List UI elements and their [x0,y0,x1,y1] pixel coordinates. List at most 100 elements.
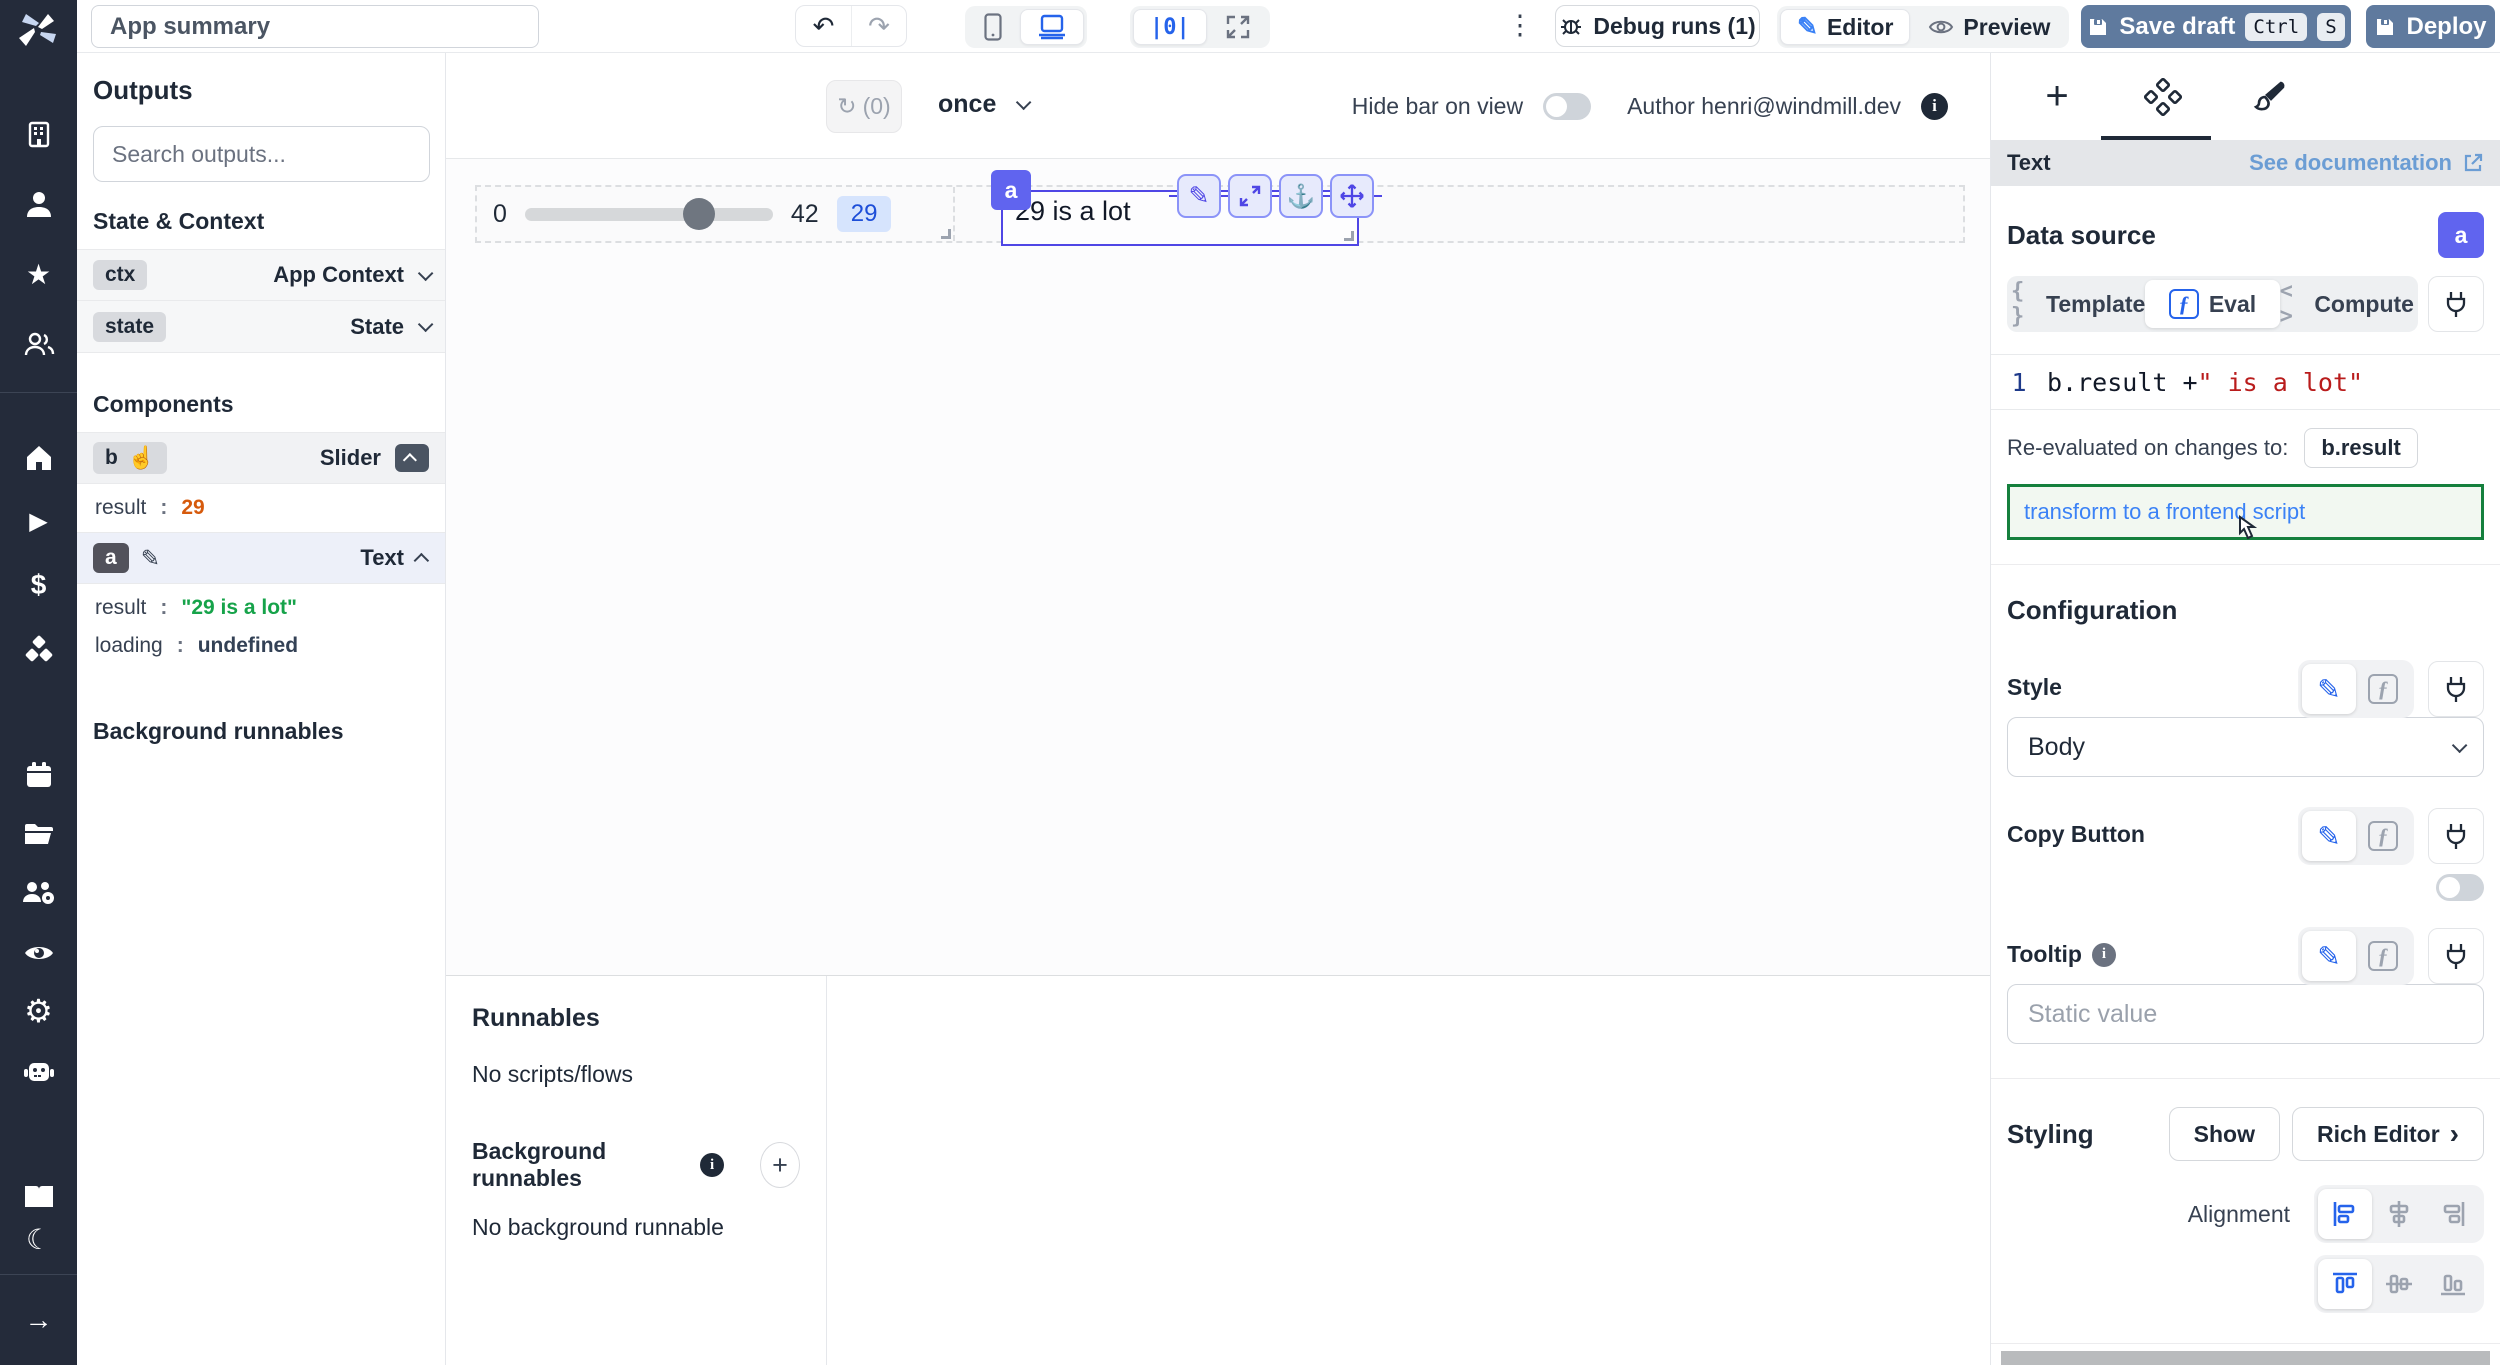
rich-editor-button[interactable]: Rich Editor › [2292,1107,2484,1161]
desktop-view-button[interactable] [1020,9,1084,45]
slider-handle[interactable] [683,198,715,230]
align-top-button[interactable] [2318,1259,2372,1309]
info-icon[interactable]: i [2092,943,2116,967]
align-center-horizontal-button[interactable] [2372,1189,2426,1239]
groups-icon[interactable] [0,322,77,366]
styling-title: Styling [2007,1119,2094,1150]
add-background-runnable-button[interactable]: + [760,1142,800,1188]
refresh-icon: ↻ [837,93,856,120]
selected-component-tag[interactable]: a [991,170,1031,210]
slider-track[interactable] [525,208,773,221]
tooltip-static-value-input[interactable] [2007,984,2484,1044]
centered-layout-button[interactable]: |0| [1133,9,1207,45]
search-outputs-input[interactable] [93,126,430,182]
resize-handle[interactable] [941,229,951,239]
theme-brush-tab[interactable] [2247,75,2291,119]
docs-book-icon[interactable] [0,1174,77,1218]
align-left-button[interactable] [2318,1189,2372,1239]
slider-component[interactable]: 0 42 29 [477,187,955,241]
eval-mode-tab[interactable]: ƒ Eval [2145,280,2279,328]
show-styling-button[interactable]: Show [2169,1107,2280,1161]
component-id-badge: a [2438,212,2484,258]
dependency-pill[interactable]: b.result [2304,428,2417,468]
save-draft-button[interactable]: Save draft Ctrl S [2081,5,2351,48]
undo-button[interactable]: ↶ [796,6,851,46]
template-mode-tab[interactable]: { } Template [2011,280,2145,328]
hand-pointer-icon: ☝ [128,445,155,471]
transform-frontend-script-box[interactable]: transform to a frontend script [2007,484,2484,540]
connect-plug-button[interactable] [2428,808,2484,864]
schedules-calendar-icon[interactable] [0,753,77,797]
eval-code-editor[interactable]: 1 b.result + " is a lot" [1991,354,2500,410]
chevron-down-icon[interactable] [418,265,434,281]
eval-function-button[interactable]: ƒ [2356,664,2410,714]
connect-plug-button[interactable] [2428,928,2484,984]
favorites-star-icon[interactable]: ★ [0,252,77,296]
runs-play-icon[interactable]: ▶ [0,499,77,543]
hide-bar-toggle[interactable] [1543,93,1591,120]
more-options-kebab-menu[interactable]: ⋮ [1505,10,1535,41]
undo-redo-group: ↶ ↷ [795,5,907,47]
collapse-rail-arrow-icon[interactable]: → [0,1298,77,1342]
workspace-icon[interactable] [0,112,77,156]
deploy-button[interactable]: Deploy [2366,5,2495,48]
component-row-slider[interactable]: b ☝ Slider [77,432,445,484]
variables-dollar-icon[interactable]: $ [0,563,77,607]
debug-runs-button[interactable]: Debug runs (1) [1555,5,1760,47]
settings-gear-icon[interactable]: ⚙ [0,989,77,1033]
collapse-slider-button[interactable] [395,444,429,472]
style-select[interactable]: Body [2007,717,2484,777]
schedule-dropdown[interactable]: once [938,90,1027,119]
compute-mode-tab[interactable]: < > Compute [2280,280,2414,328]
transform-frontend-script-link[interactable]: transform to a frontend script [2024,499,2305,524]
background-runnables-title: Background runnables [93,718,429,745]
windmill-logo[interactable] [14,6,62,54]
component-row-text[interactable]: a ✎ Text [77,532,445,584]
anchor-button[interactable]: ⚓ [1279,174,1323,218]
static-pencil-button[interactable]: ✎ [2302,811,2356,861]
fullwidth-layout-button[interactable] [1209,9,1267,45]
state-output-row[interactable]: state State [77,301,445,353]
user-icon[interactable] [0,182,77,226]
connect-plug-button[interactable] [2428,661,2484,717]
folders-icon[interactable] [0,812,77,856]
refresh-runnables-button[interactable]: ↻ (0) [826,80,902,133]
app-summary-input[interactable] [91,5,539,48]
preview-tab[interactable]: Preview [1912,9,2066,45]
align-right-button[interactable] [2426,1189,2480,1239]
eval-function-button[interactable]: ƒ [2356,931,2410,981]
panel-scrollbar[interactable] [2001,1351,2490,1365]
resources-cubes-icon[interactable] [0,627,77,671]
audit-eye-icon[interactable] [0,931,77,975]
text-result-row[interactable]: result: "29 is a lot" [77,584,445,632]
eval-function-button[interactable]: ƒ [2356,811,2410,861]
edit-pencil-button[interactable]: ✎ [1177,174,1221,218]
workers-icon[interactable] [0,871,77,915]
ai-robot-icon[interactable] [0,1049,77,1093]
info-icon[interactable]: i [1921,93,1948,120]
slider-result-row[interactable]: result: 29 [77,484,445,532]
home-icon[interactable] [0,436,77,480]
redo-button[interactable]: ↷ [851,6,906,46]
collapse-text-button[interactable] [414,552,430,568]
insert-component-tab[interactable]: + [2035,75,2079,119]
chevron-down-icon[interactable] [418,317,434,333]
align-bottom-button[interactable] [2426,1259,2480,1309]
copy-button-toggle[interactable] [2436,874,2484,901]
resize-handle[interactable] [1344,231,1354,241]
align-middle-vertical-button[interactable] [2372,1259,2426,1309]
ctx-output-row[interactable]: ctx App Context [77,249,445,301]
text-loading-row[interactable]: loading: undefined [77,632,445,670]
move-button[interactable] [1330,174,1374,218]
editor-tab[interactable]: ✎ Editor [1780,9,1910,45]
see-documentation-link[interactable]: See documentation [2249,150,2484,176]
static-pencil-button[interactable]: ✎ [2302,664,2356,714]
expand-button[interactable] [1228,174,1272,218]
connect-plug-button[interactable] [2428,276,2484,332]
component-settings-tab[interactable] [2141,75,2185,119]
static-pencil-button[interactable]: ✎ [2302,931,2356,981]
mobile-view-button[interactable] [968,9,1018,45]
info-icon[interactable]: i [700,1153,724,1177]
dark-mode-moon-icon[interactable]: ☾ [0,1217,77,1261]
chevron-down-icon [1016,95,1032,111]
